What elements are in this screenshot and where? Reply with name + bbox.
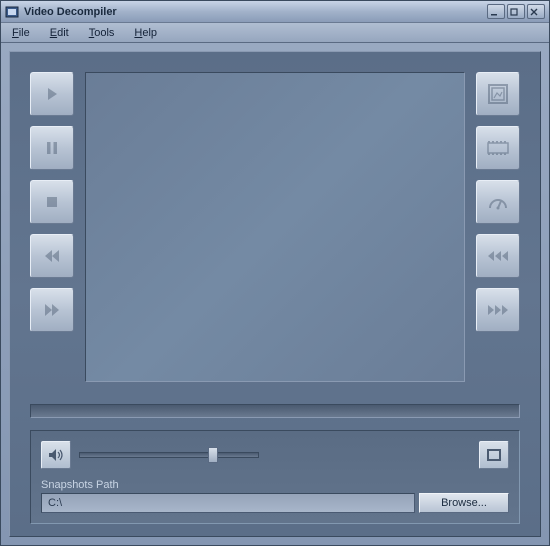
rewind-button[interactable] [30, 234, 74, 278]
volume-button[interactable] [41, 441, 71, 469]
minimize-button[interactable] [487, 4, 505, 19]
volume-thumb[interactable] [208, 447, 218, 463]
client-area: Snapshots Path Browse... [9, 51, 541, 537]
pause-button[interactable] [30, 126, 74, 170]
step-back-icon [486, 249, 510, 263]
play-icon [43, 85, 61, 103]
fullscreen-icon [487, 449, 501, 461]
step-forward-icon [486, 303, 510, 317]
snapshot-icon [487, 83, 509, 105]
window-title: Video Decompiler [24, 6, 487, 18]
fullscreen-button[interactable] [479, 441, 509, 469]
stop-button[interactable] [30, 180, 74, 224]
maximize-button[interactable] [507, 4, 525, 19]
forward-button[interactable] [30, 288, 74, 332]
speed-button[interactable] [476, 180, 520, 224]
menu-file[interactable]: File [9, 25, 33, 41]
app-icon [5, 5, 19, 19]
snapshots-path-input[interactable] [41, 493, 415, 513]
volume-slider[interactable] [79, 452, 259, 458]
snapshots-path-label: Snapshots Path [41, 479, 509, 491]
progress-bar[interactable] [30, 404, 520, 418]
menu-edit[interactable]: Edit [47, 25, 72, 41]
bottom-panel: Snapshots Path Browse... [30, 430, 520, 524]
video-display [85, 72, 465, 382]
stop-icon [43, 193, 61, 211]
step-forward-button[interactable] [476, 288, 520, 332]
menu-tools[interactable]: Tools [86, 25, 118, 41]
menubar: File Edit Tools Help [1, 23, 549, 43]
maximize-icon [510, 8, 518, 16]
play-button[interactable] [30, 72, 74, 116]
pause-icon [43, 139, 61, 157]
playback-controls [30, 72, 74, 332]
close-button[interactable] [527, 4, 545, 19]
snapshot-button[interactable] [476, 72, 520, 116]
step-back-button[interactable] [476, 234, 520, 278]
rewind-icon [42, 247, 62, 265]
close-icon [530, 8, 538, 16]
browse-button[interactable]: Browse... [419, 493, 509, 513]
film-icon [486, 139, 510, 157]
titlebar[interactable]: Video Decompiler [1, 1, 549, 23]
speed-icon [487, 193, 509, 211]
forward-icon [42, 301, 62, 319]
menu-help[interactable]: Help [131, 25, 160, 41]
volume-icon [48, 448, 64, 462]
film-button[interactable] [476, 126, 520, 170]
app-window: Video Decompiler File Edit Tools Help [0, 0, 550, 546]
tool-controls [476, 72, 520, 332]
minimize-icon [490, 8, 498, 16]
